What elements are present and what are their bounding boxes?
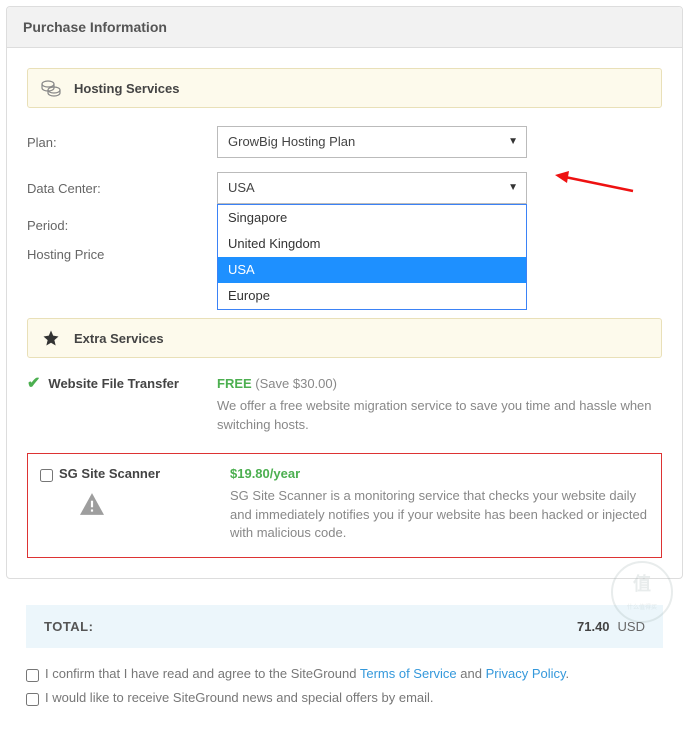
total-label: TOTAL: [44, 619, 93, 634]
plan-row: Plan: GrowBig Hosting Plan ▼ [27, 126, 662, 158]
agree-news-checkbox[interactable] [26, 693, 39, 706]
total-amount: 71.40 [577, 619, 610, 634]
dc-option-europe[interactable]: Europe [218, 283, 526, 309]
extras-section: Extra Services ✔ Website File Transfer F… [27, 318, 662, 558]
dc-option-singapore[interactable]: Singapore [218, 205, 526, 231]
sg-scanner-desc: SG Site Scanner is a monitoring service … [230, 487, 649, 544]
privacy-link[interactable]: Privacy Policy [486, 666, 566, 681]
file-transfer-save: (Save $30.00) [255, 376, 337, 391]
website-file-transfer-row: ✔ Website File Transfer FREE (Save $30.0… [27, 376, 662, 435]
agree-terms-checkbox[interactable] [26, 669, 39, 682]
agree-news-row: I would like to receive SiteGround news … [26, 686, 663, 710]
dc-option-uk[interactable]: United Kingdom [218, 231, 526, 257]
arrow-annotation-icon [555, 169, 635, 202]
agree-pre: I confirm that I have read and agree to … [45, 666, 360, 681]
hosting-price-label: Hosting Price [27, 247, 217, 262]
datacenter-label: Data Center: [27, 181, 217, 196]
sg-scanner-price: $19.80/year [230, 466, 649, 481]
tos-link[interactable]: Terms of Service [360, 666, 457, 681]
datacenter-dropdown[interactable]: Singapore United Kingdom USA Europe [217, 204, 527, 310]
coins-icon [38, 77, 64, 99]
agree-dot: . [566, 666, 570, 681]
star-icon [38, 327, 64, 349]
sg-scanner-highlight-box: SG Site Scanner $19.80/year SG Site Scan… [27, 453, 662, 559]
purchase-panel: Purchase Information Hosting Services Pl… [6, 6, 683, 579]
panel-title: Purchase Information [7, 7, 682, 48]
plan-select[interactable]: GrowBig Hosting Plan ▼ [217, 126, 527, 158]
chevron-down-icon: ▼ [508, 173, 518, 203]
chevron-down-icon: ▼ [508, 127, 518, 157]
plan-value: GrowBig Hosting Plan [228, 134, 355, 149]
period-label: Period: [27, 218, 217, 233]
dc-option-usa[interactable]: USA [218, 257, 526, 283]
totals-bar: TOTAL: 71.40 USD [26, 605, 663, 648]
totals-section: TOTAL: 71.40 USD [6, 605, 683, 648]
datacenter-value: USA [228, 180, 255, 195]
agree-terms-row: I confirm that I have read and agree to … [26, 662, 663, 686]
datacenter-select[interactable]: USA ▼ [217, 172, 527, 204]
file-transfer-title: Website File Transfer [48, 376, 179, 391]
plan-label: Plan: [27, 135, 217, 150]
agree-and: and [460, 666, 485, 681]
file-transfer-free: FREE [217, 376, 252, 391]
agreements: I confirm that I have read and agree to … [6, 648, 683, 724]
hosting-section-title: Hosting Services [74, 81, 180, 96]
agree-news-text: I would like to receive SiteGround news … [45, 690, 434, 705]
check-icon: ✔ [27, 376, 40, 392]
sg-scanner-title: SG Site Scanner [59, 466, 160, 481]
hosting-services-band: Hosting Services [27, 68, 662, 108]
sg-scanner-checkbox[interactable] [40, 469, 53, 482]
file-transfer-desc: We offer a free website migration servic… [217, 397, 662, 435]
warning-icon [78, 492, 230, 522]
total-currency: USD [618, 619, 645, 634]
extra-services-band: Extra Services [27, 318, 662, 358]
extras-section-title: Extra Services [74, 331, 164, 346]
panel-body: Hosting Services Plan: GrowBig Hosting P… [7, 48, 682, 578]
